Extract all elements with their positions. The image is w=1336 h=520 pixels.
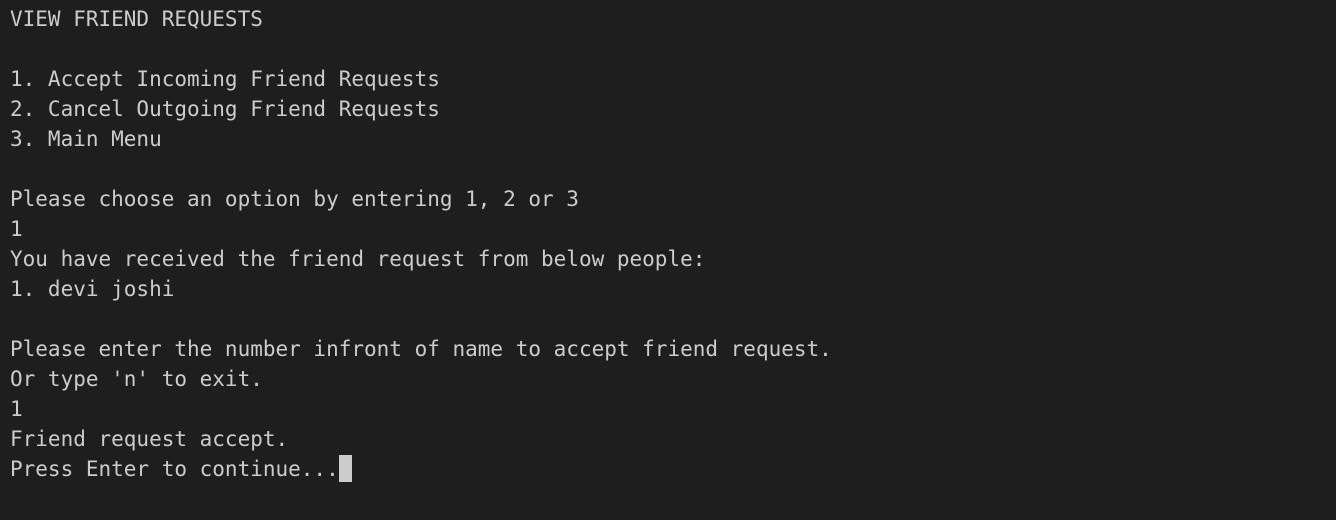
terminal-request-list-item: 1. devi joshi: [10, 277, 175, 301]
terminal-menu-option-3: 3. Main Menu: [10, 127, 162, 151]
terminal-line-title: VIEW FRIEND REQUESTS: [10, 7, 263, 31]
terminal-accept-confirmation: Friend request accept.: [10, 427, 289, 451]
terminal-continue-prompt[interactable]: Press Enter to continue...: [10, 454, 1336, 484]
terminal-menu-option-1: 1. Accept Incoming Friend Requests: [10, 67, 440, 91]
terminal-user-input: 1: [10, 397, 23, 421]
terminal-received-requests-message: You have received the friend request fro…: [10, 247, 706, 271]
terminal-prompt-choose-option: Please choose an option by entering 1, 2…: [10, 187, 579, 211]
terminal-prompt-enter-number: Please enter the number infront of name …: [10, 337, 832, 361]
terminal-continue-text: Press Enter to continue...: [10, 457, 339, 481]
terminal-cursor: [338, 455, 352, 482]
terminal-prompt-exit-hint: Or type 'n' to exit.: [10, 367, 263, 391]
terminal-user-input: 1: [10, 217, 23, 241]
terminal-menu-option-2: 2. Cancel Outgoing Friend Requests: [10, 97, 440, 121]
terminal-window[interactable]: VIEW FRIEND REQUESTS 1. Accept Incoming …: [0, 0, 1336, 520]
